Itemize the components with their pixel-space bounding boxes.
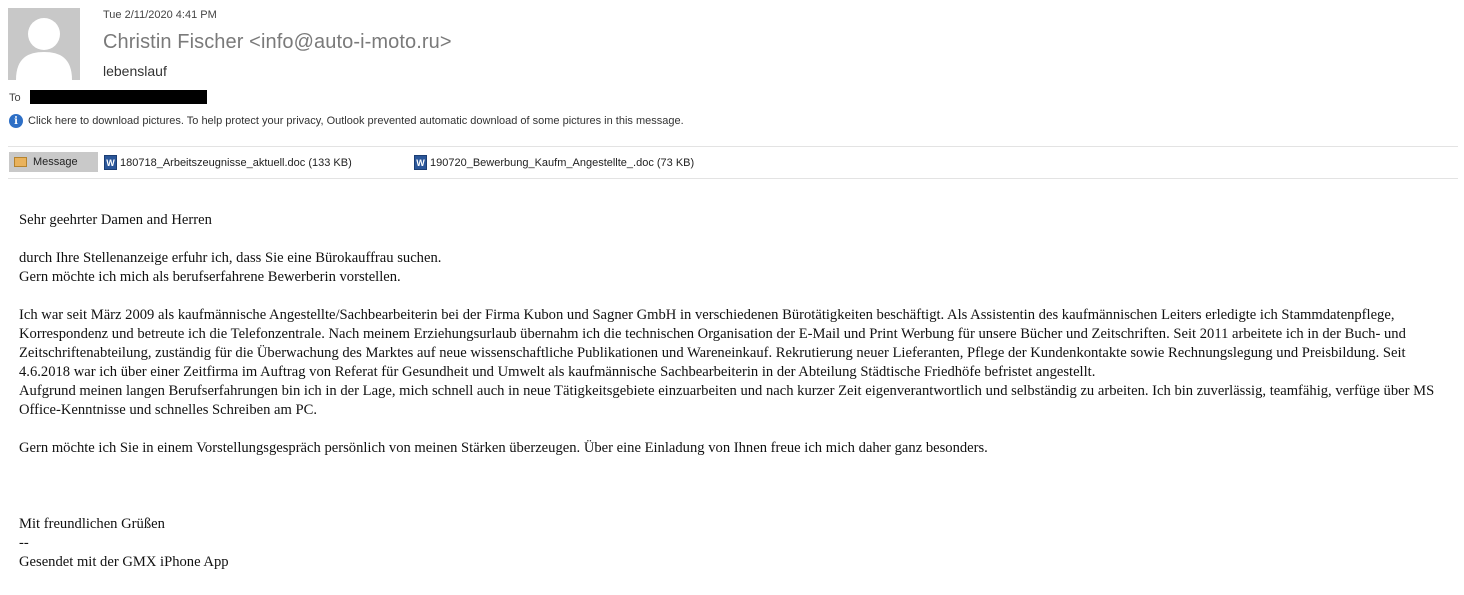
sender-name[interactable]: Christin Fischer <info@auto-i-moto.ru> xyxy=(103,31,452,54)
signature-separator: -- xyxy=(19,535,29,551)
greeting: Sehr geehrter Damen and Herren xyxy=(19,212,212,228)
email-header: Tue 2/11/2020 4:41 PM Christin Fischer <… xyxy=(0,0,1464,180)
email-body: Sehr geehrter Damen and Herren durch Ihr… xyxy=(19,211,1454,572)
divider xyxy=(8,146,1458,147)
attachment-name: 190720_Bewerbung_Kaufm_Angestellte_.doc … xyxy=(430,156,695,169)
body-paragraph: Gern möchte ich Sie in einem Vorstellung… xyxy=(19,440,988,456)
body-line: durch Ihre Stellenanzeige erfuhr ich, da… xyxy=(19,250,442,266)
envelope-icon xyxy=(14,157,27,167)
closing: Mit freundlichen Grüßen xyxy=(19,516,165,532)
attachment-item[interactable]: W 190720_Bewerbung_Kaufm_Angestellte_.do… xyxy=(414,155,694,170)
avatar xyxy=(8,8,80,80)
attachment-name: 180718_Arbeitszeugnisse_aktuell.doc (133… xyxy=(120,156,352,169)
person-placeholder-icon xyxy=(16,18,72,80)
info-icon: i xyxy=(9,114,23,128)
body-paragraph: Aufgrund meinen langen Berufserfahrungen… xyxy=(19,383,1435,418)
word-doc-icon: W xyxy=(104,155,117,170)
message-tab[interactable]: Message xyxy=(9,152,98,172)
info-bar-text: Click here to download pictures. To help… xyxy=(28,115,684,127)
email-subject: lebenslauf xyxy=(103,63,167,79)
word-doc-icon: W xyxy=(414,155,427,170)
body-paragraph: Ich war seit März 2009 als kaufmännische… xyxy=(19,307,1406,380)
download-pictures-bar[interactable]: i Click here to download pictures. To he… xyxy=(9,113,684,129)
sent-date: Tue 2/11/2020 4:41 PM xyxy=(103,9,217,21)
signature: Gesendet mit der GMX iPhone App xyxy=(19,554,229,570)
attachment-item[interactable]: W 180718_Arbeitszeugnisse_aktuell.doc (1… xyxy=(104,155,352,170)
message-tab-label: Message xyxy=(33,156,78,168)
body-line: Gern möchte ich mich als berufserfahrene… xyxy=(19,269,401,285)
divider xyxy=(8,178,1458,179)
redacted-recipient xyxy=(30,90,207,104)
to-label: To xyxy=(9,92,21,104)
